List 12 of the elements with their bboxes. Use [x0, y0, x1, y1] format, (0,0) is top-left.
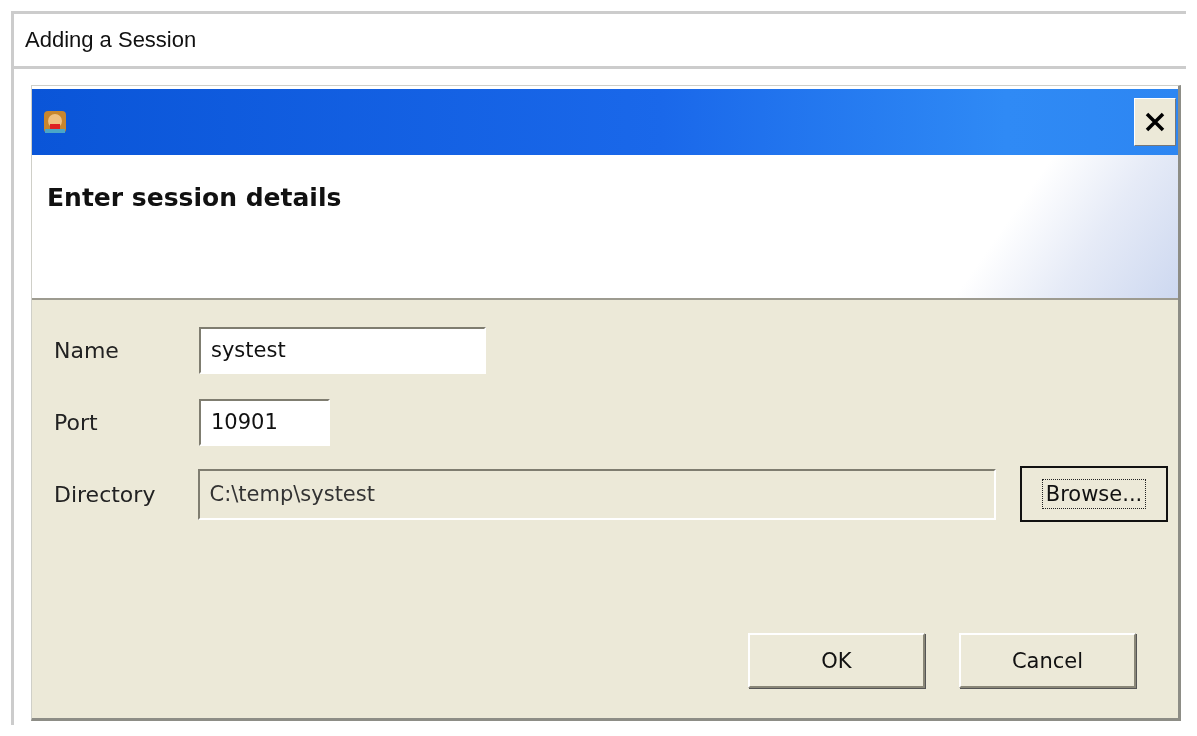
field-label: Name [54, 337, 120, 363]
field-label: Directory [54, 481, 157, 507]
close-icon [1144, 111, 1166, 133]
field-label: Port [54, 409, 99, 435]
dialog-button[interactable]: Cancel [959, 633, 1136, 688]
page-heading: Adding a Session [25, 27, 197, 53]
close-button[interactable] [1134, 98, 1176, 146]
banner-title: Enter session details [47, 183, 342, 212]
dialog-button[interactable]: OK [748, 633, 925, 688]
text-field[interactable]: systest [199, 326, 486, 374]
app-icon [42, 109, 68, 135]
text-field[interactable]: 10901 [199, 398, 330, 446]
